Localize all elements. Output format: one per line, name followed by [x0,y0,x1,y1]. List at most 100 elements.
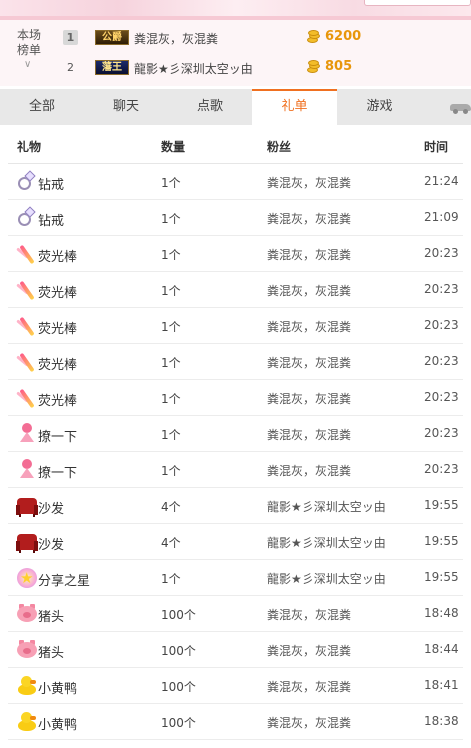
table-row: 撩一下 1个 粪混灰，灰混粪 20:23 [8,416,463,452]
gift-time: 20:23 [424,390,459,404]
fan-name[interactable]: 粪混灰，灰混粪 [267,210,351,227]
gift-time: 18:48 [424,606,459,620]
glowstick-icon [16,351,38,373]
gift-time: 19:55 [424,498,459,512]
gift-quantity: 1个 [161,356,181,370]
fan-name[interactable]: 粪混灰，灰混粪 [267,606,351,623]
gift-time: 20:23 [424,354,459,368]
fan-name[interactable]: 粪混灰，灰混粪 [267,318,351,335]
gift-quantity: 1个 [161,464,181,478]
tab-games[interactable]: 游戏 [337,89,422,125]
fan-name[interactable]: 粪混灰，灰混粪 [267,642,351,659]
table-row: 撩一下 1个 粪混灰，灰混粪 20:23 [8,452,463,488]
chevron-down-icon[interactable]: ∨ [24,59,31,70]
fan-name[interactable]: 龍影★彡深圳太空ッ由 [267,534,386,551]
gift-time: 20:23 [424,318,459,332]
header-fan: 粉丝 [267,140,292,154]
fan-name[interactable]: 粪混灰，灰混粪 [267,174,351,191]
ranking-entry: 1 公爵 粪混灰，灰混粪 6200 [60,28,460,48]
tab-chat[interactable]: 聊天 [84,89,168,125]
gift-name: 猪头 [38,646,65,661]
gift-quantity: 1个 [161,284,181,298]
gift-name: 沙发 [38,502,65,517]
fan-name[interactable]: 粪混灰，灰混粪 [267,354,351,371]
glowstick-icon [16,279,38,301]
fan-name[interactable]: 粪混灰，灰混粪 [267,282,351,299]
gift-quantity: 1个 [161,572,181,586]
ranking-entry: 2 藩王 龍影★彡深圳太空ッ由 805 [60,58,460,78]
gift-name: 荧光棒 [38,394,78,409]
gift-quantity: 1个 [161,392,181,406]
fan-name[interactable]: 龍影★彡深圳太空ッ由 [267,570,386,587]
glowstick-icon [16,315,38,337]
sofa-icon [16,531,38,553]
pig-icon [16,603,38,625]
coin-icon [305,30,321,44]
gift-quantity: 4个 [161,500,181,514]
glowstick-icon [16,243,38,265]
gift-time: 19:55 [424,570,459,584]
duck-icon [16,675,38,697]
fan-name[interactable]: 粪混灰，灰混粪 [267,714,351,731]
gift-name: 分享之星 [38,574,91,589]
car-icon[interactable] [448,101,471,114]
coin-icon [305,60,321,74]
table-row: 荧光棒 1个 粪混灰，灰混粪 20:23 [8,236,463,272]
fan-name[interactable]: 粪混灰，灰混粪 [267,246,351,263]
sofa-icon [16,495,38,517]
table-row: 钻戒 1个 粪混灰，灰混粪 21:09 [8,200,463,236]
fan-name[interactable]: 粪混灰，灰混粪 [267,426,351,443]
gift-name: 荧光棒 [38,322,78,337]
gift-name: 猪头 [38,610,65,625]
gift-time: 18:41 [424,678,459,692]
ranking-name[interactable]: 龍影★彡深圳太空ッ由 [134,60,253,77]
rank-number: 2 [67,61,74,74]
ranking-name[interactable]: 粪混灰，灰混粪 [134,30,218,47]
ranking-score: 805 [325,59,353,74]
gift-time: 20:23 [424,246,459,260]
table-row: 小黄鸭 100个 粪混灰，灰混粪 18:41 [8,668,463,704]
fan-name[interactable]: 粪混灰，灰混粪 [267,678,351,695]
gift-time: 20:23 [424,426,459,440]
header-gift: 礼物 [17,140,42,154]
flirt-icon [16,459,38,481]
table-row: 荧光棒 1个 粪混灰，灰混粪 20:23 [8,344,463,380]
header-time: 时间 [424,140,449,154]
gift-quantity: 1个 [161,248,181,262]
gift-name: 撩一下 [38,466,78,481]
tab-song-request[interactable]: 点歌 [168,89,252,125]
table-body: 钻戒 1个 粪混灰，灰混粪 21:24 钻戒 1个 粪混灰，灰混粪 21:09 荧光棒 1个 粪混灰… [8,164,463,740]
gift-table: 礼物 数量 粉丝 时间 钻戒 1个 粪混灰，灰混粪 21:24 钻戒 1个 粪混灰，灰混粪 2… [8,125,463,740]
gift-time: 18:38 [424,714,459,728]
gift-name: 钻戒 [38,214,65,229]
table-header: 礼物 数量 粉丝 时间 [8,125,463,164]
fan-name[interactable]: 粪混灰，灰混粪 [267,462,351,479]
table-row: 荧光棒 1个 粪混灰，灰混粪 20:23 [8,308,463,344]
tab-gift-list[interactable]: 礼单 [252,89,337,125]
star-icon: ★ [16,567,38,589]
gift-name: 荧光棒 [38,286,78,301]
ranking-panel: 本场榜单 ∨ 1 公爵 粪混灰，灰混粪 6200 2 藩王 龍影★彡深圳太空ッ由… [0,20,471,86]
table-row: 猪头 100个 粪混灰，灰混粪 18:48 [8,596,463,632]
gift-name: 小黄鸭 [38,718,78,733]
gift-time: 20:23 [424,282,459,296]
ranking-label[interactable]: 本场榜单 [17,28,43,58]
table-row: 沙发 4个 龍影★彡深圳太空ッ由 19:55 [8,524,463,560]
gift-name: 撩一下 [38,430,78,445]
banner-button[interactable] [364,0,471,6]
ring-icon [16,206,38,229]
gift-time: 21:24 [424,174,459,188]
table-row: 小黄鸭 100个 粪混灰，灰混粪 18:38 [8,704,463,740]
fan-name[interactable]: 粪混灰，灰混粪 [267,390,351,407]
gift-name: 沙发 [38,538,65,553]
gift-quantity: 100个 [161,608,196,622]
gift-name: 钻戒 [38,178,65,193]
tab-bar: 全部 聊天 点歌 礼单 游戏 [0,89,471,125]
tab-all[interactable]: 全部 [0,89,84,125]
duck-icon [16,711,38,733]
gift-name: 荧光棒 [38,358,78,373]
gift-time: 19:55 [424,534,459,548]
glowstick-icon [16,387,38,409]
noble-badge-icon: 藩王 [95,60,129,75]
fan-name[interactable]: 龍影★彡深圳太空ッ由 [267,498,386,515]
